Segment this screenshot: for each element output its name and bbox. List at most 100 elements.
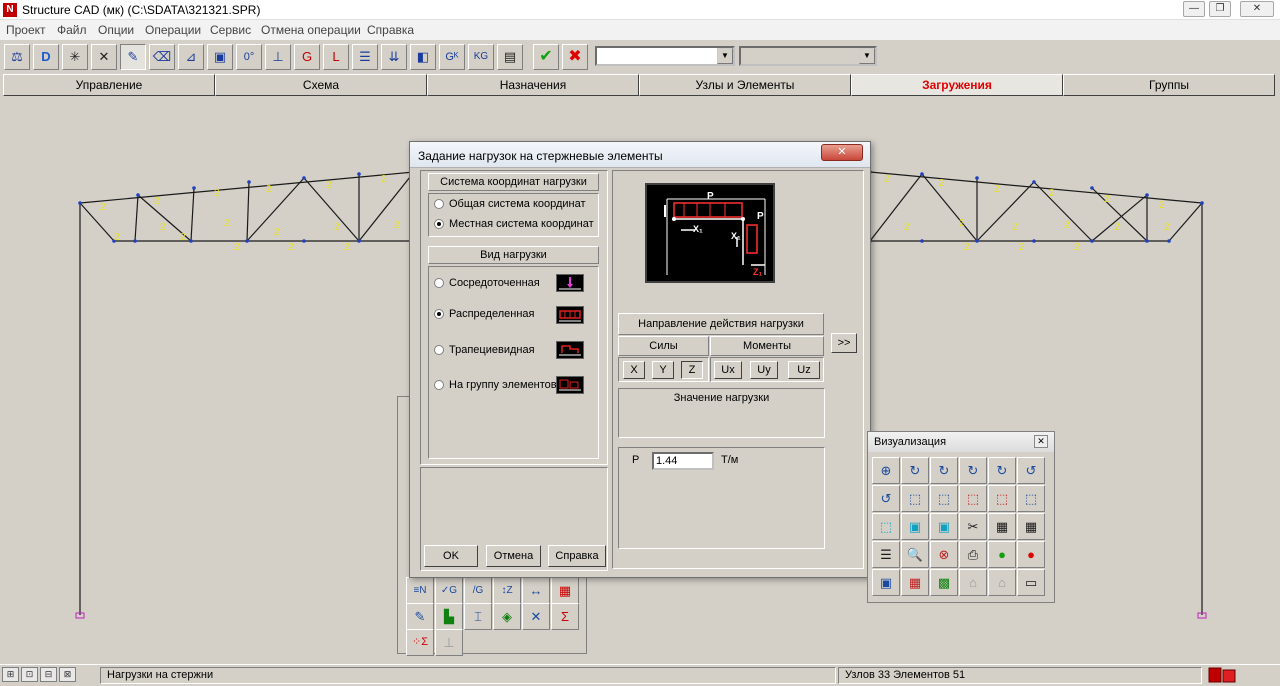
- truss-node[interactable]: [1145, 193, 1149, 197]
- status-nodes-icon[interactable]: ⊠: [59, 667, 76, 682]
- node-add-icon[interactable]: ✕: [91, 44, 117, 70]
- beam-icon[interactable]: ☰: [352, 44, 378, 70]
- palette-pencil-icon[interactable]: ✎: [406, 603, 434, 630]
- ok-button[interactable]: OK: [424, 545, 478, 567]
- palette-layers-icon[interactable]: ◈: [493, 603, 521, 630]
- chevron-down-icon[interactable]: ▼: [717, 48, 733, 64]
- numbering-icon[interactable]: 0°: [236, 44, 262, 70]
- confirm-icon[interactable]: ✔: [533, 44, 559, 70]
- tab-assignments[interactable]: Назначения: [427, 74, 639, 96]
- visualization-tool-8-icon[interactable]: ⬚: [901, 485, 929, 512]
- visualization-tool-5-icon[interactable]: ↻: [988, 457, 1016, 484]
- tab-scheme[interactable]: Схема: [215, 74, 427, 96]
- secondary-combo[interactable]: ▼: [739, 46, 877, 66]
- moment-uy-button[interactable]: Uy: [750, 361, 778, 379]
- help-button[interactable]: Справка: [548, 545, 606, 567]
- scale-icon[interactable]: ⚖: [4, 44, 30, 70]
- visualization-tool-28-icon[interactable]: ⌂: [959, 569, 987, 596]
- truss-node[interactable]: [920, 239, 924, 243]
- visualization-tool-1-icon[interactable]: ⊕: [872, 457, 900, 484]
- coord-general-radio[interactable]: [434, 199, 444, 209]
- element-icon[interactable]: ◧: [410, 44, 436, 70]
- draw-line-icon[interactable]: ✎: [120, 44, 146, 70]
- cancel-button[interactable]: Отмена: [486, 545, 541, 567]
- more-button[interactable]: >>: [831, 333, 857, 353]
- gk-icon[interactable]: Gᴷ: [439, 44, 465, 70]
- truss-node[interactable]: [975, 176, 979, 180]
- loads-icon[interactable]: ⇊: [381, 44, 407, 70]
- load-concentrated-radio[interactable]: [434, 278, 444, 288]
- truss-node[interactable]: [1032, 180, 1036, 184]
- menu-help[interactable]: Справка: [367, 23, 414, 37]
- visualization-tool-20-icon[interactable]: 🔍: [901, 541, 929, 568]
- visualization-tool-12-icon[interactable]: ⬚: [1017, 485, 1045, 512]
- load-trapezoid-radio[interactable]: [434, 345, 444, 355]
- visualization-title-bar[interactable]: Визуализация ✕: [868, 432, 1054, 452]
- visualization-tool-16-icon[interactable]: ✂: [959, 513, 987, 540]
- visualization-tool-6-icon[interactable]: ↺: [1017, 457, 1045, 484]
- close-icon[interactable]: ✕: [821, 144, 863, 161]
- truss-node[interactable]: [247, 180, 251, 184]
- menu-file[interactable]: Файл: [57, 23, 87, 37]
- palette-chart-icon[interactable]: ▙: [435, 603, 463, 630]
- visualization-tool-4-icon[interactable]: ↻: [959, 457, 987, 484]
- tab-groups[interactable]: Группы: [1063, 74, 1275, 96]
- menu-undo[interactable]: Отмена операции: [261, 23, 361, 37]
- palette-z-icon[interactable]: ↕Z: [493, 577, 521, 604]
- visualization-tool-2-icon[interactable]: ↻: [901, 457, 929, 484]
- truss-node[interactable]: [189, 239, 193, 243]
- coord-local-label[interactable]: Местная система координат: [449, 218, 594, 230]
- minimize-button[interactable]: —: [1183, 1, 1205, 17]
- palette-sum-icon[interactable]: Σ: [551, 603, 579, 630]
- truss-node[interactable]: [1090, 186, 1094, 190]
- d-icon[interactable]: D: [33, 44, 59, 70]
- cancel-icon[interactable]: ✖: [562, 44, 588, 70]
- load-group-label[interactable]: На группу элементов: [449, 379, 557, 391]
- tab-management[interactable]: Управление: [3, 74, 215, 96]
- kg-icon[interactable]: KG: [468, 44, 494, 70]
- truss-node[interactable]: [975, 239, 979, 243]
- eraser-icon[interactable]: ⌫: [149, 44, 175, 70]
- truss-node[interactable]: [920, 172, 924, 176]
- status-window-icon[interactable]: ⊟: [40, 667, 57, 682]
- force-z-button[interactable]: Z: [681, 361, 703, 379]
- coord-general-label[interactable]: Общая система координат: [449, 198, 586, 210]
- close-window-button[interactable]: ✕: [1240, 1, 1274, 17]
- truss-node[interactable]: [1090, 239, 1094, 243]
- visualization-tool-7-icon[interactable]: ↺: [872, 485, 900, 512]
- menu-operations[interactable]: Операции: [145, 23, 201, 37]
- load-trapezoid-label[interactable]: Трапециевидная: [449, 344, 535, 356]
- visualization-tool-3-icon[interactable]: ↻: [930, 457, 958, 484]
- visualization-tool-14-icon[interactable]: ▣: [901, 513, 929, 540]
- visualization-tool-25-icon[interactable]: ▣: [872, 569, 900, 596]
- visualization-tool-9-icon[interactable]: ⬚: [930, 485, 958, 512]
- palette-grid-icon[interactable]: ▦: [551, 577, 579, 604]
- load-group-radio[interactable]: [434, 380, 444, 390]
- dialog-title-bar[interactable]: Задание нагрузок на стержневые элементы …: [410, 142, 870, 168]
- palette-support-icon[interactable]: ⊥: [435, 629, 463, 656]
- palette-g-icon[interactable]: ✓G: [435, 577, 463, 604]
- visualization-tool-15-icon[interactable]: ▣: [930, 513, 958, 540]
- load-distributed-radio[interactable]: [434, 309, 444, 319]
- visualization-tool-18-icon[interactable]: ▦: [1017, 513, 1045, 540]
- truss-node[interactable]: [1167, 239, 1171, 243]
- truss-node[interactable]: [1200, 201, 1204, 205]
- close-icon[interactable]: ✕: [1034, 435, 1048, 448]
- visualization-tool-22-icon[interactable]: ⎙: [959, 541, 987, 568]
- force-x-button[interactable]: X: [623, 361, 645, 379]
- truss-node[interactable]: [78, 201, 82, 205]
- visualization-tool-26-icon[interactable]: ▦: [901, 569, 929, 596]
- visualization-tool-13-icon[interactable]: ⬚: [872, 513, 900, 540]
- load-distributed-label[interactable]: Распределенная: [449, 308, 534, 320]
- visualization-tool-23-icon[interactable]: ●: [988, 541, 1016, 568]
- truss-node[interactable]: [136, 193, 140, 197]
- visualization-tool-30-icon[interactable]: ▭: [1017, 569, 1045, 596]
- palette-sum2-icon[interactable]: ⁘Σ: [406, 629, 434, 656]
- truss-node[interactable]: [357, 239, 361, 243]
- load-value-input[interactable]: 1.44: [652, 452, 714, 470]
- l-icon[interactable]: L: [323, 44, 349, 70]
- force-y-button[interactable]: Y: [652, 361, 674, 379]
- maximize-button[interactable]: ❐: [1209, 1, 1231, 17]
- coord-local-radio[interactable]: [434, 219, 444, 229]
- node-cross-icon[interactable]: ✳: [62, 44, 88, 70]
